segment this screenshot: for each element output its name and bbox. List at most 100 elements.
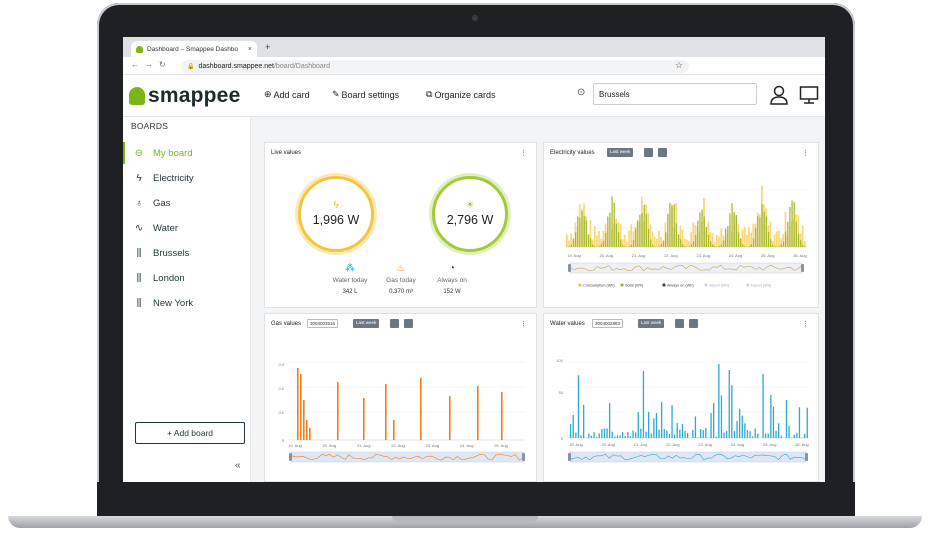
solar-bar xyxy=(750,244,752,247)
consumption-bar xyxy=(776,231,778,247)
gas-bar xyxy=(297,368,299,440)
consumption-bar xyxy=(746,234,748,247)
x-tick-label: 21. Aug xyxy=(632,253,646,258)
sidebar-item-gas[interactable]: ♁ Gas xyxy=(123,192,251,214)
x-tick-label: 20. Aug xyxy=(601,442,615,447)
solar-bar xyxy=(735,214,737,247)
card-menu-icon[interactable]: ⋮ xyxy=(802,320,809,328)
settings-button[interactable] xyxy=(658,148,667,157)
meter-select[interactable]: 3004003516 xyxy=(307,319,339,328)
card-menu-icon[interactable]: ⋮ xyxy=(520,149,527,157)
user-icon[interactable] xyxy=(769,84,789,106)
consumption-gauge: ϟ 1,996 W xyxy=(298,176,374,252)
consumption-bar xyxy=(656,238,658,247)
solar-bar xyxy=(647,228,650,247)
legend-marker xyxy=(704,283,708,287)
card-title: Water values xyxy=(550,321,585,327)
calendar-button[interactable] xyxy=(675,319,684,328)
collapse-sidebar-icon[interactable]: « xyxy=(235,460,241,471)
calendar-button[interactable] xyxy=(644,148,653,157)
navigator-handle-right xyxy=(805,453,808,461)
period-button[interactable]: Last week xyxy=(353,319,380,328)
calendar-button[interactable] xyxy=(390,319,399,328)
consumption-bar xyxy=(741,229,744,247)
location-input[interactable]: Brussels xyxy=(593,83,757,105)
solar-bar xyxy=(740,238,742,247)
settings-button[interactable] xyxy=(689,319,698,328)
solar-bar xyxy=(697,220,699,247)
sidebar-item-water[interactable]: ∿ Water xyxy=(123,217,251,239)
flame-icon: ♁ xyxy=(135,197,143,209)
gas-bar xyxy=(306,420,308,440)
water-bar xyxy=(715,436,717,438)
solar-gauge: ☀ 2,796 W xyxy=(432,176,508,252)
solar-bar xyxy=(752,238,755,247)
solar-bar xyxy=(658,246,660,247)
solar-bar xyxy=(680,239,682,247)
water-bar xyxy=(611,431,613,438)
solar-bar xyxy=(727,226,729,247)
consumption-bar xyxy=(748,227,750,247)
forward-icon[interactable]: → xyxy=(145,60,153,69)
navigator-handle-left xyxy=(568,264,571,272)
browser-tab[interactable]: Dashboard – Smappee Dashbo × xyxy=(131,41,257,57)
sidebar-item-label: Electricity xyxy=(153,172,194,184)
sidebar-item-brussels[interactable]: ⫼ Brussels xyxy=(123,242,251,264)
period-button[interactable]: Last week xyxy=(638,319,665,328)
card-menu-icon[interactable]: ⋮ xyxy=(802,149,809,157)
water-bar xyxy=(710,413,712,438)
address-bar[interactable]: 🔒 dashboard.smappee.net/board/Dashboard … xyxy=(181,60,689,73)
solar-bar xyxy=(613,202,615,247)
solar-bar xyxy=(722,240,725,247)
consumption-bar xyxy=(803,240,806,247)
solar-bar xyxy=(650,239,652,247)
sidebar-item-electricity[interactable]: ϟ Electricity xyxy=(123,167,251,189)
y-tick-label: 0.2 xyxy=(278,386,284,391)
water-bar xyxy=(606,428,608,438)
solar-bar xyxy=(594,246,596,247)
organize-cards-button[interactable]: ⧉ Organize cards xyxy=(426,89,495,100)
water-bar xyxy=(666,430,668,438)
card-title: Electricity values xyxy=(550,150,595,156)
water-bar xyxy=(765,433,767,438)
sidebar-title: BOARDS xyxy=(131,121,169,131)
new-tab-button[interactable]: + xyxy=(265,42,270,52)
close-icon[interactable]: × xyxy=(248,46,252,53)
bar-chart-icon: ⫼ xyxy=(136,247,142,259)
back-icon[interactable]: ← xyxy=(131,60,139,69)
navigator-range xyxy=(290,451,524,463)
add-card-button[interactable]: ⊕ Add card xyxy=(264,89,310,100)
period-button[interactable]: Last week xyxy=(607,148,634,157)
meter-select[interactable]: 3004002883 xyxy=(592,319,624,328)
solar-bar xyxy=(609,212,611,247)
sidebar-item-label: London xyxy=(153,272,185,284)
electricity-chart: 19. Aug 20. Aug 21. Aug 22. Aug 23. Aug 24. A… xyxy=(566,185,807,288)
stat-label: Always on xyxy=(437,277,467,284)
water-bar xyxy=(806,407,808,438)
y-tick-label: 0.1 xyxy=(278,410,284,415)
sidebar-item-my-board[interactable]: ⊖ My board xyxy=(123,142,251,164)
monitor-icon[interactable] xyxy=(799,85,819,105)
browser-tabbar: Dashboard – Smappee Dashbo × + xyxy=(123,37,825,57)
water-bar xyxy=(702,430,704,438)
always-on-stat: ◔ Always on 152 W xyxy=(422,263,482,295)
solar-bar xyxy=(572,238,575,247)
reload-icon[interactable]: ↻ xyxy=(159,60,166,69)
bookmark-star-icon[interactable]: ☆ xyxy=(675,60,683,71)
solar-bar xyxy=(620,239,622,247)
card-menu-icon[interactable]: ⋮ xyxy=(520,320,527,328)
board-settings-button[interactable]: ✎ Board settings xyxy=(332,89,399,100)
water-bar xyxy=(705,428,707,438)
wrench-icon: ✎ xyxy=(332,89,340,99)
smappee-logo[interactable]: smappee xyxy=(129,84,240,108)
sidebar-item-new-york[interactable]: ⫼ New York xyxy=(123,292,251,314)
sidebar-item-label: Gas xyxy=(153,197,171,209)
solar-bar xyxy=(624,246,626,247)
solar-bar xyxy=(587,235,590,247)
solar-bar xyxy=(667,213,669,247)
add-board-button[interactable]: + Add board xyxy=(135,422,245,444)
sidebar-item-london[interactable]: ⫼ London xyxy=(123,267,251,289)
consumption-bar xyxy=(598,230,600,247)
settings-button[interactable] xyxy=(404,319,413,328)
electricity-values-card: Electricity values Last week ⋮ 19. Aug 20… xyxy=(543,142,819,308)
